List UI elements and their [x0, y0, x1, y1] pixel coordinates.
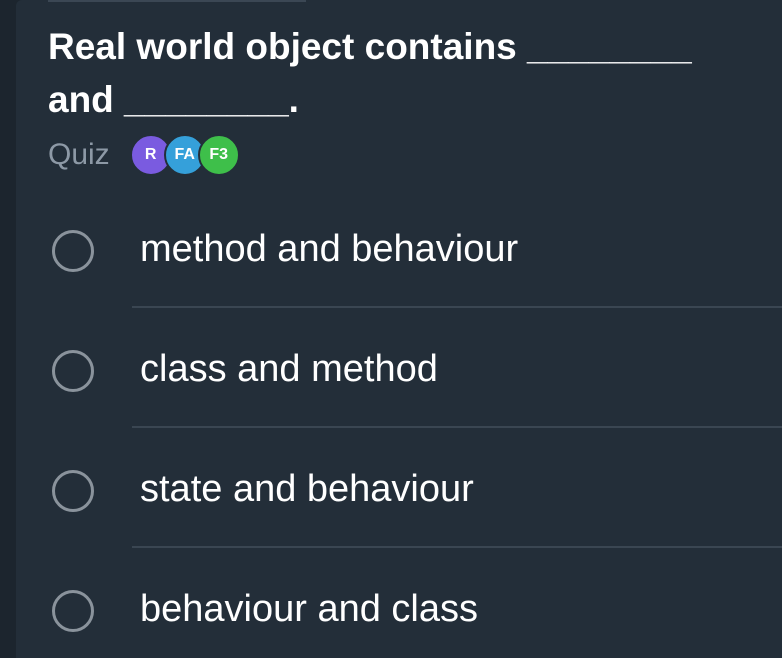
answer-options: method and behaviour class and method st…	[0, 188, 782, 658]
radio-button[interactable]	[52, 470, 94, 512]
radio-button[interactable]	[52, 590, 94, 632]
voter-avatars[interactable]: R FA F3	[129, 134, 240, 176]
answer-option-label: class and method	[140, 348, 438, 390]
answer-option-label: state and behaviour	[140, 468, 474, 510]
quiz-screen: Real world object contains ________ and …	[0, 0, 782, 658]
quiz-label: Quiz	[48, 138, 110, 171]
avatar-initials: FA	[174, 146, 195, 163]
radio-button[interactable]	[52, 230, 94, 272]
answer-option[interactable]: behaviour and class	[0, 548, 782, 658]
radio-button[interactable]	[52, 350, 94, 392]
answer-option[interactable]: state and behaviour	[0, 428, 782, 548]
avatar: F3	[197, 134, 240, 176]
answer-option-label: method and behaviour	[140, 228, 519, 270]
avatar-initials: R	[144, 146, 157, 163]
question-text: Real world object contains ________ and …	[48, 20, 768, 126]
answer-option[interactable]: method and behaviour	[0, 188, 782, 308]
avatar-initials: F3	[209, 146, 229, 163]
top-divider	[48, 0, 306, 2]
answer-option[interactable]: class and method	[0, 308, 782, 428]
quiz-meta: Quiz R FA F3	[48, 134, 240, 176]
question-line-2: and ________.	[48, 79, 299, 120]
question-line-1: Real world object contains ________	[48, 26, 692, 67]
answer-option-label: behaviour and class	[140, 588, 478, 630]
